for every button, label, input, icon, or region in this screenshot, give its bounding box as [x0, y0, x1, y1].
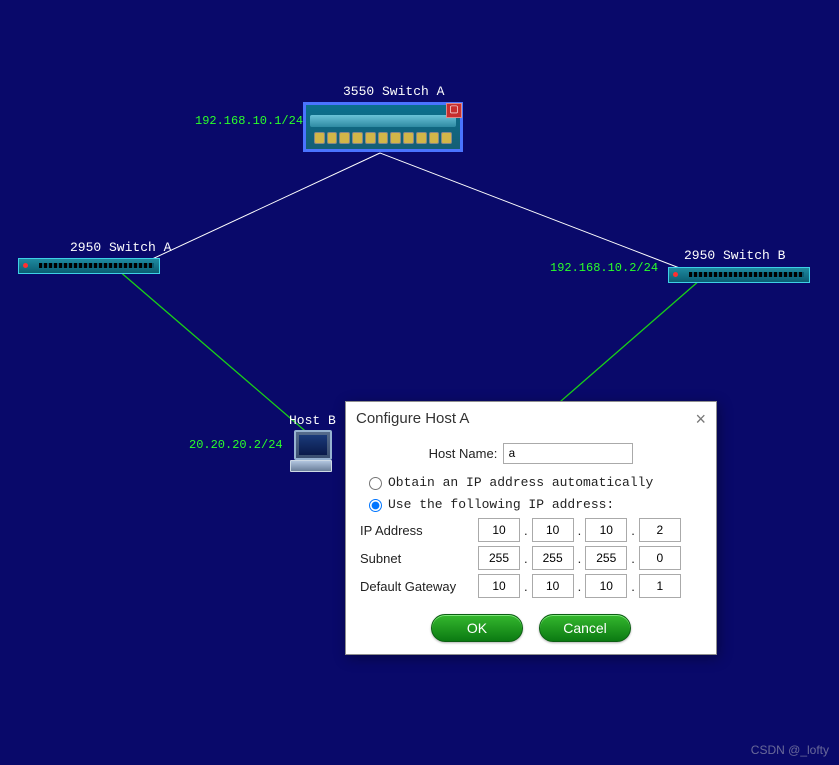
close-icon[interactable]: ▢	[446, 103, 462, 118]
dialog-title: Configure Host A	[356, 410, 469, 427]
dialog-close-icon[interactable]: ×	[695, 412, 706, 426]
device-3550-switch-a[interactable]: ▢	[303, 102, 463, 152]
hostname-input[interactable]	[503, 443, 633, 464]
subnet-octet-2[interactable]	[532, 546, 574, 570]
subnet-octet-3[interactable]	[585, 546, 627, 570]
ip-octet-2[interactable]	[532, 518, 574, 542]
ip-octet-3[interactable]	[585, 518, 627, 542]
gateway-label: Default Gateway	[360, 579, 478, 594]
ip-address-label: IP Address	[360, 523, 478, 538]
radio-auto-label: Obtain an IP address automatically	[388, 475, 653, 490]
gateway-octet-4[interactable]	[639, 574, 681, 598]
ok-button[interactable]: OK	[431, 614, 523, 642]
topology-canvas[interactable]: 3550 Switch A 192.168.10.1/24 ▢ 2950 Swi…	[0, 0, 839, 765]
ip-label-2950b: 192.168.10.2/24	[550, 261, 658, 275]
subnet-label: Subnet	[360, 551, 478, 566]
gateway-octet-3[interactable]	[585, 574, 627, 598]
device-label-3550: 3550 Switch A	[343, 84, 444, 99]
gateway-octet-1[interactable]	[478, 574, 520, 598]
subnet-octet-1[interactable]	[478, 546, 520, 570]
radio-auto-ip[interactable]	[369, 477, 382, 490]
radio-static-label: Use the following IP address:	[388, 497, 614, 512]
device-label-2950b: 2950 Switch B	[684, 248, 785, 263]
hostname-label: Host Name:	[429, 446, 498, 461]
radio-static-ip[interactable]	[369, 499, 382, 512]
device-label-2950a: 2950 Switch A	[70, 240, 171, 255]
device-2950-switch-a[interactable]	[18, 258, 160, 274]
device-label-host-b: Host B	[289, 413, 336, 428]
ip-octet-1[interactable]	[478, 518, 520, 542]
gateway-octet-2[interactable]	[532, 574, 574, 598]
device-2950-switch-b[interactable]	[668, 267, 810, 283]
ip-label-3550: 192.168.10.1/24	[195, 114, 303, 128]
cancel-button[interactable]: Cancel	[539, 614, 631, 642]
ip-label-host-b: 20.20.20.2/24	[189, 438, 283, 452]
device-host-b[interactable]	[290, 430, 332, 472]
ip-octet-4[interactable]	[639, 518, 681, 542]
watermark: CSDN @_lofty	[751, 743, 829, 757]
subnet-octet-4[interactable]	[639, 546, 681, 570]
configure-host-dialog: Configure Host A × Host Name: Obtain an …	[345, 401, 717, 655]
